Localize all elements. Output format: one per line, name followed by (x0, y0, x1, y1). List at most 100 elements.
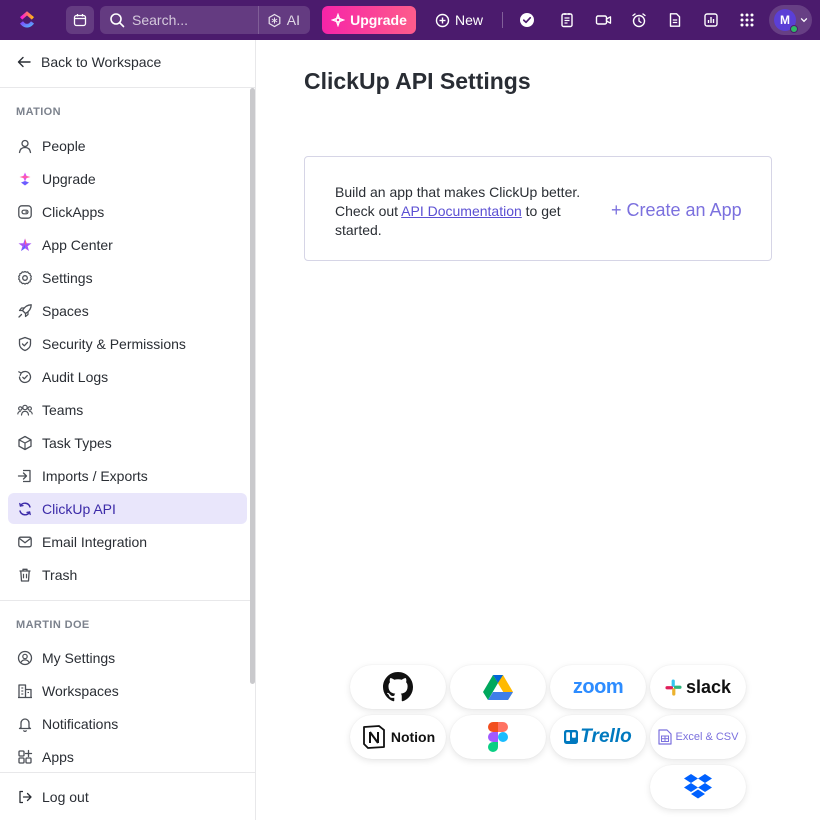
sidebar-item-imports-exports[interactable]: Imports / Exports (8, 460, 247, 491)
sidebar-item-notifications[interactable]: Notifications (8, 708, 247, 739)
figma-icon (488, 722, 508, 752)
sidebar-item-my-settings[interactable]: My Settings (8, 642, 247, 673)
clickup-logo-icon[interactable] (17, 10, 37, 30)
sidebar-item-label: People (42, 137, 86, 154)
back-label: Back to Workspace (41, 54, 162, 70)
top-bar: Search... AI Upgrade New M (0, 0, 820, 40)
sidebar-item-label: ClickUp API (42, 500, 116, 517)
sidebar-item-task-types[interactable]: Task Types (8, 427, 247, 458)
sidebar-item-label: App Center (42, 236, 113, 253)
spreadsheet-icon (657, 729, 672, 745)
upgrade-icon (17, 171, 33, 187)
new-label: New (454, 12, 483, 28)
sidebar-item-label: Task Types (42, 434, 112, 451)
mail-icon (17, 534, 33, 550)
notion-icon (362, 725, 385, 749)
excel-csv-integration: Excel & CSV (650, 715, 746, 759)
github-icon (383, 672, 413, 702)
plus-circle-icon (435, 13, 450, 27)
excel-csv-label: Excel & CSV (675, 731, 739, 743)
calendar-button[interactable] (66, 6, 94, 34)
rocket-icon (17, 303, 33, 319)
sidebar-item-trash[interactable]: Trash (8, 559, 247, 590)
trash-icon (17, 567, 33, 583)
search-input[interactable]: Search... AI (100, 6, 310, 34)
apps-icon (17, 749, 33, 765)
notepad-icon[interactable] (557, 10, 577, 30)
sidebar-item-audit-logs[interactable]: Audit Logs (8, 361, 247, 392)
alarm-clock-icon[interactable] (629, 10, 649, 30)
sidebar-item-clickup-api[interactable]: ClickUp API (8, 493, 247, 524)
search-placeholder: Search... (132, 12, 189, 28)
user-menu-button[interactable]: M (769, 5, 812, 35)
sidebar-divider (0, 87, 255, 88)
bell-icon (17, 716, 33, 732)
gear-icon (17, 270, 33, 286)
video-icon[interactable] (593, 10, 613, 30)
clickapps-icon (17, 204, 33, 220)
toolbar-divider (502, 12, 503, 28)
trello-integration: Trello (550, 715, 646, 759)
sidebar-divider (0, 772, 255, 773)
new-button[interactable]: New (430, 6, 488, 34)
create-app-button[interactable]: + Create an App (611, 200, 742, 221)
sidebar-item-label: Teams (42, 401, 84, 418)
sidebar-item-label: Upgrade (42, 170, 96, 187)
sidebar-item-label: Imports / Exports (42, 467, 148, 484)
sidebar-item-label: Workspaces (42, 682, 119, 699)
sidebar-item-upgrade[interactable]: Upgrade (8, 163, 247, 194)
create-app-card: Build an app that makes ClickUp better. … (304, 156, 772, 261)
user-section-label: MARTIN DOE (16, 619, 90, 631)
logout-icon (17, 789, 33, 805)
upgrade-label: Upgrade (350, 12, 407, 28)
sidebar-scrollbar[interactable] (250, 88, 255, 684)
sidebar-item-clickapps[interactable]: ClickApps (8, 196, 247, 227)
slack-integration: slack (650, 665, 746, 709)
back-to-workspace-link[interactable]: Back to Workspace (16, 54, 161, 70)
user-circle-icon (17, 650, 33, 666)
sidebar-item-workspaces[interactable]: Workspaces (8, 675, 247, 706)
sidebar-item-label: Notifications (42, 715, 119, 732)
audit-icon (17, 369, 33, 385)
google-drive-integration (450, 665, 546, 709)
dropbox-integration (650, 765, 746, 809)
sidebar-item-label: Email Integration (42, 533, 148, 550)
sidebar-item-label: Settings (42, 269, 93, 286)
building-icon (17, 683, 33, 699)
ai-label: AI (286, 12, 300, 28)
sidebar-item-people[interactable]: People (8, 130, 247, 161)
sidebar-item-email-integration[interactable]: Email Integration (8, 526, 247, 557)
sidebar-item-label: My Settings (42, 649, 116, 666)
sidebar-item-label: Apps (42, 748, 74, 765)
sidebar-item-app-center[interactable]: App Center (8, 229, 247, 260)
card-description: Build an app that makes ClickUp better. … (335, 183, 605, 240)
sidebar-item-spaces[interactable]: Spaces (8, 295, 247, 326)
settings-sidebar: Back to Workspace MATION People Upgrade Cl… (0, 40, 256, 820)
trello-logo: Trello (580, 726, 632, 747)
api-documentation-link[interactable]: API Documentation (401, 203, 522, 219)
person-icon (17, 138, 33, 154)
chevron-down-icon (800, 16, 808, 24)
sidebar-item-teams[interactable]: Teams (8, 394, 247, 425)
ai-button[interactable]: AI (257, 6, 310, 34)
github-integration (350, 665, 446, 709)
sidebar-divider (0, 600, 255, 601)
check-circle-icon[interactable] (517, 10, 537, 30)
dropbox-icon (684, 774, 712, 799)
upgrade-button[interactable]: Upgrade (322, 6, 416, 34)
sidebar-item-settings[interactable]: Settings (8, 262, 247, 293)
logout-button[interactable]: Log out (8, 781, 247, 812)
dashboard-chart-icon[interactable] (701, 10, 721, 30)
google-drive-icon (483, 674, 513, 700)
avatar-initial: M (780, 13, 790, 27)
grid-apps-icon[interactable] (737, 10, 757, 30)
sidebar-item-apps[interactable]: Apps (8, 741, 247, 772)
slack-icon (665, 678, 682, 696)
sidebar-item-security-and-permissions[interactable]: Security & Permissions (8, 328, 247, 359)
calendar-icon (73, 14, 87, 27)
document-icon[interactable] (665, 10, 685, 30)
zoom-logo: zoom (572, 675, 624, 698)
avatar: M (774, 9, 798, 33)
notion-integration: Notion (350, 715, 446, 759)
sidebar-item-label: ClickApps (42, 203, 105, 220)
